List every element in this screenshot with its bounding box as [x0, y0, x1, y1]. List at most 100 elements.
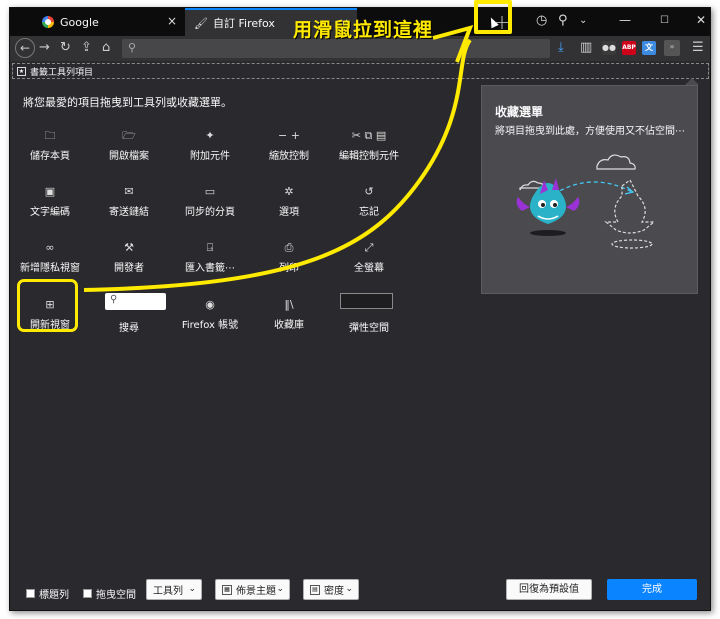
back-button[interactable]: ←: [15, 38, 35, 58]
save-to-pocket-icon[interactable]: ⇪: [81, 41, 92, 55]
palette-item[interactable]: 🗁 開啟檔案: [89, 128, 169, 162]
checkbox-box[interactable]: [83, 589, 92, 598]
tab-label: 自訂 Firefox: [213, 17, 275, 30]
private-window-icon: ∞: [45, 241, 55, 254]
customize-footer: 標題列 拖曳空間 工具列 ⌄ ▦ 佈景主題 ⌄ ▤ 密度 ⌄ 回復為預設值 完成: [10, 576, 710, 610]
toolbars-dropdown[interactable]: 工具列 ⌄: [146, 579, 202, 600]
encoding-icon: ▣: [44, 185, 56, 198]
checkbox-label: 標題列: [39, 590, 69, 601]
palette-item-label: 開發者: [114, 263, 144, 274]
dropdown-label: 密度: [324, 586, 344, 597]
palette-item-label: 寄送鏈結: [109, 207, 149, 218]
palette-item[interactable]: ✉ 寄送鏈結: [89, 184, 169, 218]
account-icon: ◉: [205, 298, 215, 311]
brush-icon: 🖌: [194, 16, 208, 30]
palette-item-label: 儲存本頁: [30, 151, 70, 162]
minimize-icon[interactable]: —: [619, 13, 631, 27]
checkbox-label: 拖曳空間: [96, 590, 136, 601]
palette-item[interactable]: ‖\ 收藏庫: [249, 297, 329, 331]
bookmarks-toolbar-label[interactable]: 書籤工具列項目: [30, 65, 93, 78]
flexible-space-box[interactable]: [340, 293, 393, 309]
adblock-icon[interactable]: ABP: [622, 41, 636, 55]
maximize-icon[interactable]: ☐: [660, 15, 669, 26]
palette-item[interactable]: ⍈ 匯入書籤⋯: [170, 240, 250, 274]
bookmarks-toolbar: ★ 書籤工具列項目: [12, 63, 709, 79]
dropdown-label: 工具列: [153, 586, 183, 597]
mail-icon: ✉: [124, 185, 134, 198]
window-close-icon[interactable]: ✕: [696, 13, 706, 27]
drag-space-checkbox[interactable]: 拖曳空間: [83, 586, 136, 601]
search-icon: ⚲: [128, 41, 137, 54]
zoom-icon: − +: [278, 129, 300, 142]
overflow-panel: 收藏選單 將項目拖曳到此處，方便使用又不佔空間⋯: [481, 85, 698, 294]
palette-item[interactable]: ◉ Firefox 帳號: [170, 297, 250, 331]
palette-item-label: 附加元件: [190, 151, 230, 162]
title-bar-checkbox[interactable]: 標題列: [26, 586, 69, 601]
palette-item-label: 搜尋: [119, 323, 139, 334]
palette-item-label: 開啟檔案: [109, 151, 149, 162]
chevron-down-icon[interactable]: ⌄: [579, 14, 587, 28]
restore-defaults-button[interactable]: 回復為預設值: [506, 579, 592, 600]
palette-item[interactable]: ✦ 附加元件: [170, 128, 250, 162]
palette-item-label: 忘記: [359, 207, 379, 218]
palette-item[interactable]: ↺ 忘記: [329, 184, 409, 218]
edit-icon: ✂ ⧉ ▤: [351, 129, 387, 142]
done-button[interactable]: 完成: [607, 579, 697, 600]
overflow-chevron-icon[interactable]: »: [664, 40, 680, 56]
palette-item[interactable]: ⎙ 列印: [249, 240, 329, 274]
reload-button[interactable]: ↻: [60, 41, 71, 55]
chevron-down-icon: ⌄: [276, 584, 284, 594]
density-icon: ▤: [310, 584, 320, 595]
palette-item[interactable]: − + 縮放控制: [249, 128, 329, 162]
palette-item-label: 匯入書籤⋯: [185, 263, 235, 274]
bookmark-toolbar-icon: ★: [17, 67, 26, 76]
search-icon: ⚲: [110, 294, 118, 305]
density-dropdown[interactable]: ▤ 密度 ⌄: [303, 579, 359, 600]
forget-icon: ↺: [364, 185, 374, 198]
sidebar-icon[interactable]: ▥: [580, 41, 592, 55]
puzzle-icon: ✦: [205, 129, 215, 142]
wrench-icon: ⚒: [124, 241, 134, 254]
palette-item[interactable]: ✲ 選項: [249, 184, 329, 218]
hamburger-menu-icon[interactable]: ☰: [692, 41, 704, 55]
extension-icon[interactable]: ●●: [602, 41, 616, 55]
import-icon: ⍈: [206, 241, 214, 254]
palette-item[interactable]: 🗀 儲存本頁: [10, 128, 90, 162]
synced-tabs-icon: ▭: [204, 185, 216, 198]
dropdown-label: 佈景主題: [236, 586, 276, 597]
palette-item-label: 縮放控制: [269, 151, 309, 162]
palette-item[interactable]: ⤢ 全螢幕: [329, 240, 409, 274]
google-icon: [42, 16, 54, 28]
download-icon[interactable]: ⤓: [558, 41, 564, 55]
library-icon: ‖\: [284, 298, 294, 311]
home-button[interactable]: ⌂: [102, 41, 110, 55]
palette-item[interactable]: ▣ 文字編碼: [10, 184, 90, 218]
palette-item[interactable]: ▭ 同步的分頁: [170, 184, 250, 218]
chevron-down-icon: ⌄: [188, 584, 196, 594]
palette-item-label: 新增隱私視窗: [20, 263, 80, 274]
search-widget[interactable]: ⚲: [105, 293, 166, 310]
firefox-window: Google × 🖌 自訂 Firefox × + ◷ ⚲ ⌄ — ☐ ✕ ← …: [9, 7, 711, 611]
palette-item[interactable]: ✂ ⧉ ▤ 編輯控制元件: [329, 128, 409, 162]
annotation-text: 用滑鼠拉到這裡: [293, 19, 434, 41]
translate-icon[interactable]: 文: [642, 41, 656, 55]
history-icon[interactable]: ◷: [536, 14, 547, 28]
search-icon[interactable]: ⚲: [558, 14, 568, 28]
panel-arrow: [685, 78, 699, 85]
chevron-down-icon: ⌄: [345, 584, 353, 594]
tab-label: Google: [60, 15, 99, 29]
print-icon: ⎙: [284, 241, 294, 254]
palette-item-label: 同步的分頁: [185, 207, 235, 218]
palette-item[interactable]: ∞ 新增隱私視窗: [10, 240, 90, 274]
palette-item-label: Firefox 帳號: [181, 320, 239, 331]
palette-item-label: 收藏庫: [274, 320, 304, 331]
open-file-icon: 🗁: [122, 129, 136, 142]
close-icon[interactable]: ×: [167, 15, 177, 27]
customize-hint: 將您最愛的項目拖曳到工具列或收藏選單。: [23, 96, 232, 109]
tab-google[interactable]: Google ×: [32, 8, 185, 36]
themes-dropdown[interactable]: ▦ 佈景主題 ⌄: [215, 579, 290, 600]
forward-button[interactable]: →: [39, 41, 50, 55]
palette-item[interactable]: ⚒ 開發者: [89, 240, 169, 274]
checkbox-box[interactable]: [26, 589, 35, 598]
palette-item-label: 文字編碼: [30, 207, 70, 218]
